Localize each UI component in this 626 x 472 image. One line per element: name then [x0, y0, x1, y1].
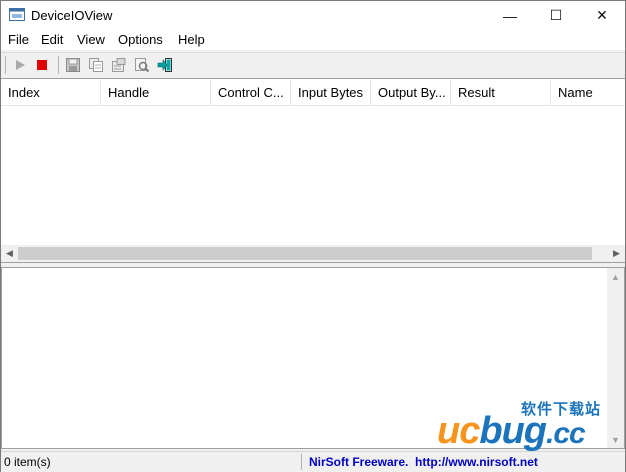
scroll-left-button[interactable]: ◀	[1, 245, 18, 262]
vendor-url[interactable]: http://www.nirsoft.net	[415, 455, 538, 469]
column-label: Control C...	[218, 85, 284, 100]
menu-options[interactable]: Options	[118, 32, 163, 47]
play-icon	[16, 60, 25, 70]
logo-cc: .cc	[546, 417, 586, 450]
chevron-right-icon: ▶	[613, 248, 620, 258]
minimize-button[interactable]: —	[487, 1, 533, 30]
io-list-view[interactable]: Index Handle Control C... Input Bytes Ou…	[1, 78, 625, 263]
close-icon: ✕	[596, 7, 608, 23]
column-input-bytes[interactable]: Input Bytes	[291, 79, 371, 105]
maximize-icon: ☐	[549, 7, 563, 23]
column-result[interactable]: Result	[451, 79, 551, 105]
toolbar	[1, 52, 625, 77]
find-button[interactable]	[133, 56, 151, 74]
save-button[interactable]	[64, 56, 82, 74]
minimize-icon: —	[503, 7, 517, 24]
watermark-logo: ucbug.cc	[437, 410, 586, 453]
exit-icon	[157, 58, 172, 72]
column-name[interactable]: Name	[551, 79, 625, 105]
column-label: Output By...	[378, 85, 446, 100]
logo-u: u	[437, 410, 460, 452]
column-index[interactable]: Index	[1, 79, 101, 105]
properties-button[interactable]	[110, 56, 128, 74]
status-bar: 0 item(s) NirSoft Freeware. http://www.n…	[1, 451, 625, 472]
column-output-bytes[interactable]: Output By...	[371, 79, 451, 105]
scroll-up-button[interactable]: ▲	[607, 268, 624, 285]
menu-file[interactable]: File	[8, 32, 29, 47]
column-label: Input Bytes	[298, 85, 364, 100]
start-button[interactable]	[11, 56, 29, 74]
toolbar-separator	[58, 56, 59, 74]
item-count: 0 item(s)	[4, 455, 51, 469]
column-label: Index	[8, 85, 40, 100]
close-button[interactable]: ✕	[579, 1, 625, 30]
menu-edit[interactable]: Edit	[41, 32, 63, 47]
title-bar[interactable]: DeviceIOView — ☐ ✕	[1, 1, 625, 30]
maximize-button[interactable]: ☐	[533, 1, 579, 30]
column-label: Handle	[108, 85, 150, 100]
horizontal-scrollbar[interactable]: ◀ ▶	[1, 245, 625, 262]
status-separator	[301, 454, 302, 470]
exit-button[interactable]	[156, 56, 174, 74]
save-icon	[66, 58, 80, 72]
list-header: Index Handle Control C... Input Bytes Ou…	[1, 79, 625, 106]
app-window: DeviceIOView — ☐ ✕ File Edit View Option…	[0, 0, 626, 472]
column-control-code[interactable]: Control C...	[211, 79, 291, 105]
vendor-text: NirSoft Freeware.	[309, 455, 409, 469]
menu-help[interactable]: Help	[178, 32, 205, 47]
column-handle[interactable]: Handle	[101, 79, 211, 105]
menu-view[interactable]: View	[77, 32, 105, 47]
window-title: DeviceIOView	[31, 8, 113, 23]
stop-icon	[37, 60, 47, 70]
column-label: Result	[458, 85, 495, 100]
column-label: Name	[558, 85, 593, 100]
chevron-left-icon: ◀	[6, 248, 13, 258]
nirsoft-link[interactable]: NirSoft Freeware. http://www.nirsoft.net	[309, 455, 538, 469]
logo-bug: bug	[479, 410, 547, 452]
chevron-up-icon: ▲	[611, 271, 620, 282]
logo-c: c	[459, 410, 480, 452]
copy-button[interactable]	[87, 56, 105, 74]
site-watermark: 软件下载站 ucbug.cc	[437, 396, 626, 452]
copy-icon	[89, 58, 103, 72]
horizontal-scroll-thumb[interactable]	[18, 247, 592, 260]
app-icon	[9, 8, 25, 21]
stop-button[interactable]	[33, 56, 51, 74]
menu-bar: File Edit View Options Help	[1, 30, 625, 50]
properties-icon	[112, 58, 126, 72]
toolbar-separator	[5, 56, 6, 74]
scroll-right-button[interactable]: ▶	[608, 245, 625, 262]
find-icon	[135, 58, 150, 73]
